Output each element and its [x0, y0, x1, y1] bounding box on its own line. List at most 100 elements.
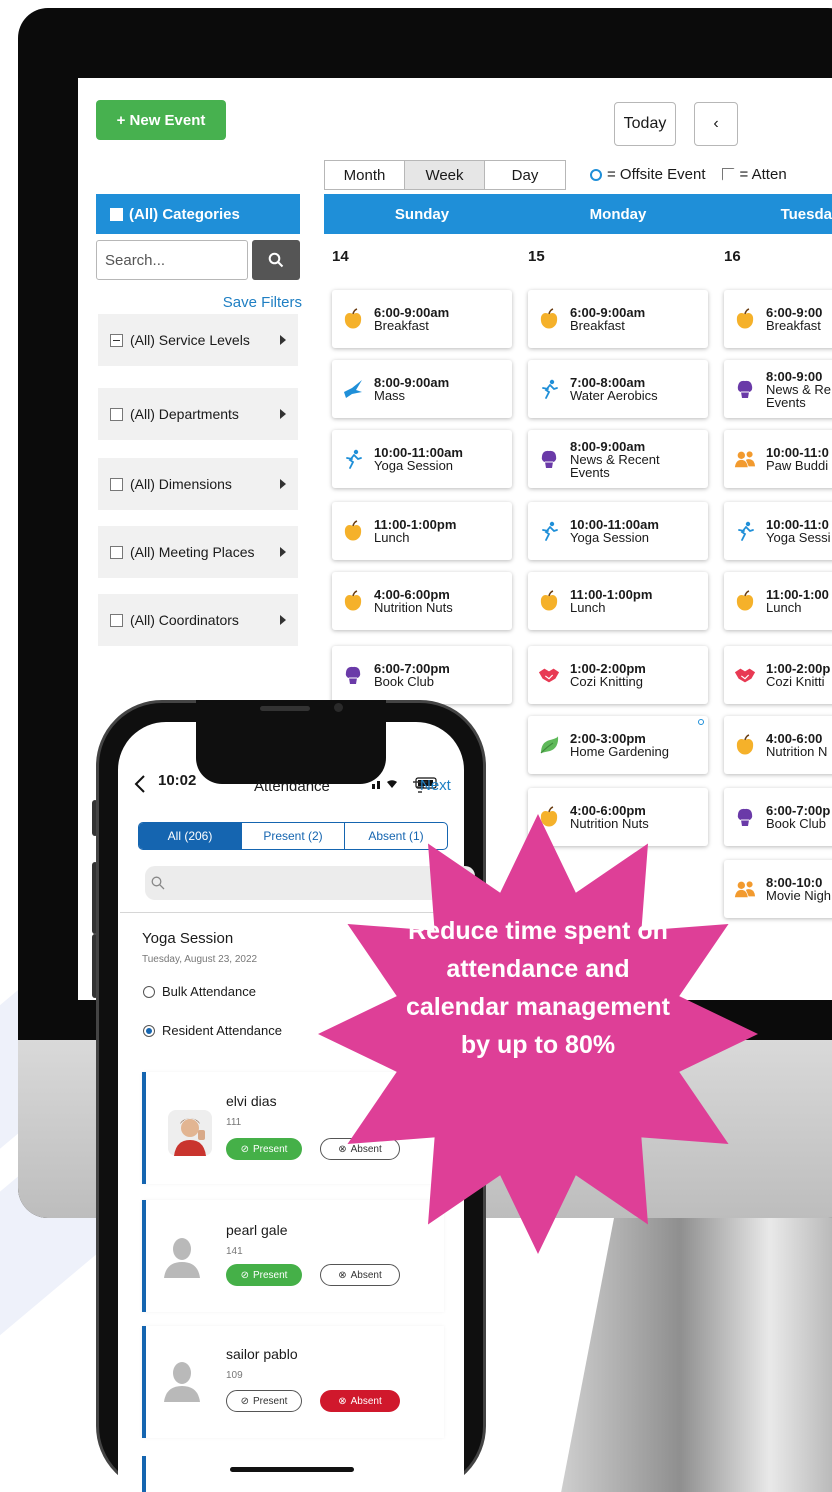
x-circle-icon: ⊗ [338, 1269, 347, 1281]
absent-button[interactable]: ⊗ Absent [320, 1390, 400, 1412]
calendar-event[interactable]: 1:00-2:00pm Cozi Knitting [528, 646, 708, 704]
view-day-button[interactable]: Day [485, 161, 565, 189]
filter-checkbox-partial[interactable] [110, 333, 123, 347]
view-week-button[interactable]: Week [405, 161, 485, 189]
phone-speaker [260, 706, 310, 711]
save-filters-link[interactable]: Save Filters [188, 294, 302, 311]
calendar-event[interactable]: 6:00-9:00am Breakfast [332, 290, 512, 348]
calendar-event[interactable]: 6:00-7:00pm Book Club [332, 646, 512, 704]
calendar-event[interactable]: 8:00-9:00 News & Re Events [724, 360, 832, 418]
resident-id: 109 [226, 1370, 243, 1381]
resident-search-input[interactable] [145, 866, 475, 900]
monitor-stand [560, 1218, 832, 1492]
present-button[interactable]: ⊘ Present [226, 1264, 302, 1286]
calendar-event[interactable]: 11:00-1:00pm Lunch [528, 572, 708, 630]
apple-icon [538, 308, 560, 330]
present-button[interactable]: ⊘ Present [226, 1390, 302, 1412]
segment-all[interactable]: All (206) [139, 823, 242, 849]
filter-checkbox[interactable] [110, 545, 123, 559]
today-button[interactable]: Today [614, 102, 676, 146]
event-title: News & Re [766, 381, 832, 397]
people-icon [734, 878, 756, 900]
event-title: News & Recent [570, 451, 660, 467]
calendar-event[interactable]: 2:00-3:00pm Home Gardening [528, 716, 708, 774]
calendar-event[interactable]: 6:00-9:00am Breakfast [528, 290, 708, 348]
resident-name: elvi dias [226, 1093, 277, 1109]
brain-icon [734, 378, 756, 400]
calendar-event[interactable]: 8:00-10:0 Movie Nigh [724, 860, 832, 918]
calendar-event[interactable]: 4:00-6:00 Nutrition N [724, 716, 832, 774]
event-text: 11:00-1:00 Lunch [766, 588, 829, 614]
filter-coordinators[interactable]: (All) Coordinators [98, 594, 298, 646]
calendar-event[interactable]: 7:00-8:00am Water Aerobics [528, 360, 708, 418]
event-title: Mass [374, 388, 406, 403]
event-text: 6:00-9:00am Breakfast [374, 306, 449, 332]
categories-label: (All) Categories [129, 205, 240, 223]
event-title: Water Aerobics [570, 388, 658, 403]
calendar-event[interactable]: 10:00-11:00am Yoga Session [528, 502, 708, 560]
event-title-line2: Events [570, 464, 610, 480]
calendar-event[interactable]: 4:00-6:00pm Nutrition Nuts [332, 572, 512, 630]
filter-label: (All) Departments [130, 406, 239, 422]
apple-icon [734, 590, 756, 612]
event-title: Yoga Session [374, 458, 454, 473]
calendar-event[interactable]: 8:00-9:00am News & Recent Events [528, 430, 708, 488]
filter-checkbox[interactable] [110, 613, 123, 627]
calendar-event[interactable]: 10:00-11:00am Yoga Session [332, 430, 512, 488]
phone-camera [334, 703, 343, 712]
event-title: Lunch [374, 530, 410, 545]
calendar-event[interactable]: 8:00-9:00am Mass [332, 360, 512, 418]
people-icon [734, 448, 756, 470]
categories-checkbox[interactable] [110, 207, 123, 221]
search-button[interactable] [252, 240, 300, 280]
filter-checkbox[interactable] [110, 407, 123, 421]
event-title: Breakfast [570, 318, 625, 333]
categories-header[interactable]: (All) Categories [96, 194, 300, 234]
segment-present[interactable]: Present (2) [242, 823, 345, 849]
legend-offsite-label: = Offsite Event [607, 166, 706, 183]
calendar-event[interactable]: 10:00-11:0 Paw Buddi [724, 430, 832, 488]
segment-absent[interactable]: Absent (1) [345, 823, 447, 849]
bulk-attendance-radio[interactable]: Bulk Attendance [143, 984, 256, 999]
radio-selected[interactable] [143, 1024, 155, 1037]
filter-checkbox[interactable] [110, 477, 123, 491]
calendar-event[interactable]: 1:00-2:00p Cozi Knitti [724, 646, 832, 704]
apple-icon [342, 520, 364, 542]
event-text: 4:00-6:00 Nutrition N [766, 732, 827, 758]
new-event-button[interactable]: + New Event [96, 100, 226, 140]
filter-service-levels[interactable]: (All) Service Levels [98, 314, 298, 366]
session-date: Tuesday, August 23, 2022 [142, 954, 258, 965]
absent-button[interactable]: ⊗ Absent [320, 1264, 400, 1286]
running-person-icon [734, 520, 756, 542]
radio-unselected[interactable] [143, 985, 155, 998]
next-button[interactable]: Next [420, 777, 451, 794]
calendar-event[interactable]: 11:00-1:00pm Lunch [332, 502, 512, 560]
prev-week-button[interactable]: ‹ [694, 102, 738, 146]
event-title: Yoga Session [570, 530, 650, 545]
calendar-event[interactable]: 6:00-7:00p Book Club [724, 788, 832, 846]
filter-departments[interactable]: (All) Departments [98, 388, 298, 440]
resident-attendance-radio[interactable]: Resident Attendance [143, 1023, 282, 1038]
filter-dimensions[interactable]: (All) Dimensions [98, 458, 298, 510]
search-input[interactable]: Search... [96, 240, 248, 280]
event-text: 2:00-3:00pm Home Gardening [570, 732, 669, 758]
chevron-right-icon [280, 615, 286, 625]
calendar-event[interactable]: 10:00-11:0 Yoga Sessi [724, 502, 832, 560]
event-title: Book Club [374, 674, 434, 689]
calendar-event[interactable]: 4:00-6:00pm Nutrition Nuts [528, 788, 708, 846]
view-month-button[interactable]: Month [325, 161, 405, 189]
event-text: 1:00-2:00pm Cozi Knitting [570, 662, 646, 688]
filter-meeting-places[interactable]: (All) Meeting Places [98, 526, 298, 578]
event-text: 8:00-9:00am Mass [374, 376, 449, 402]
absent-label: Absent [350, 1143, 382, 1155]
event-title: Cozi Knitting [570, 674, 643, 689]
calendar-event[interactable]: 11:00-1:00 Lunch [724, 572, 832, 630]
back-chevron-icon[interactable] [134, 774, 146, 794]
filter-label: (All) Service Levels [130, 332, 250, 348]
search-icon [268, 252, 284, 268]
present-button[interactable]: ⊘ Present [226, 1138, 302, 1160]
search-icon [151, 876, 165, 890]
chevron-right-icon [280, 547, 286, 557]
event-title: Nutrition Nuts [374, 600, 453, 615]
calendar-event[interactable]: 6:00-9:00 Breakfast [724, 290, 832, 348]
